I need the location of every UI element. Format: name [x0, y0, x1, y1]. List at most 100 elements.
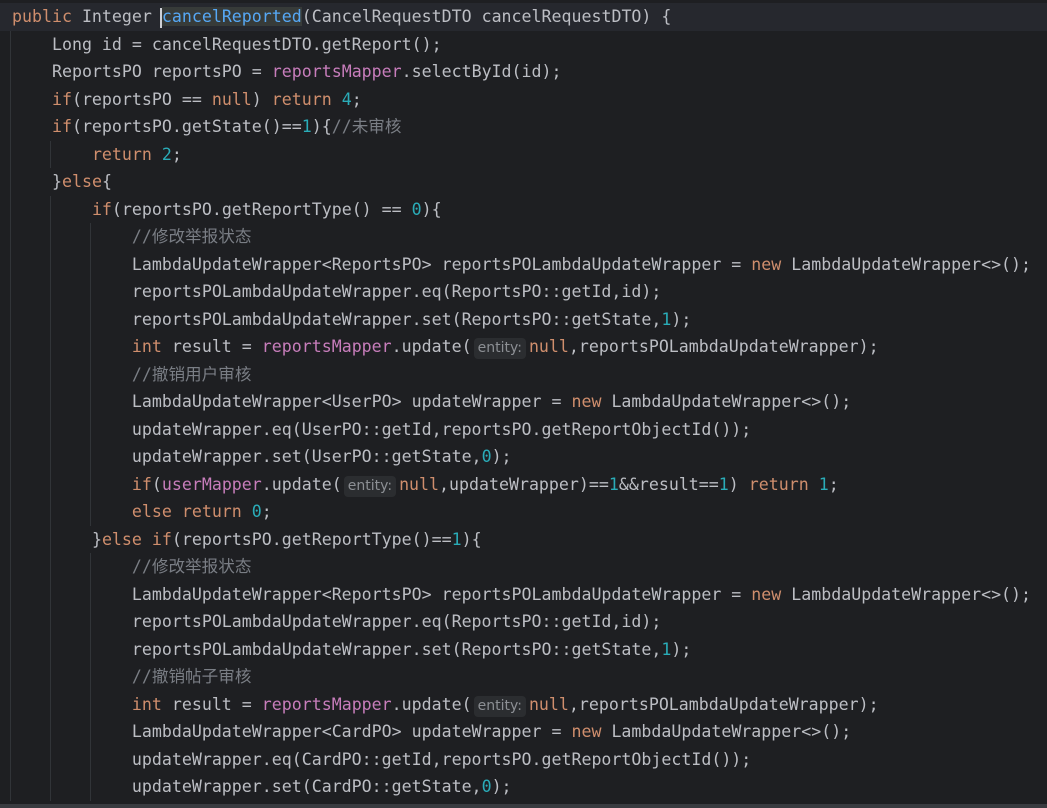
code-token: (reportsPO.getState()==: [71, 117, 302, 136]
number-token: 0: [251, 502, 262, 521]
code-line[interactable]: reportsPOLambdaUpdateWrapper.eq(ReportsP…: [0, 608, 1047, 636]
indent-guide: [50, 470, 51, 498]
code-line[interactable]: }else{: [0, 168, 1047, 196]
indent-guide: [10, 333, 11, 361]
code-line[interactable]: updateWrapper.set(CardPO::getState,0);: [0, 773, 1047, 801]
indent-guide: [50, 250, 51, 278]
indent-guide: [10, 388, 11, 416]
indentation: [12, 475, 132, 494]
number-token: 1: [608, 474, 619, 494]
method-name-token: cancelReported: [161, 7, 302, 26]
indent-guide: [90, 690, 91, 718]
indentation: [12, 777, 132, 796]
indentation: [12, 447, 132, 466]
field-token: reportsMapper: [271, 62, 402, 81]
indent-guide: [10, 278, 11, 306]
code-token: );: [491, 447, 512, 466]
code-token: LambdaUpdateWrapper<ReportsPO> reportsPO…: [131, 584, 752, 604]
indent-guide: [50, 718, 51, 746]
comment-token: //修改举报状态: [131, 557, 252, 576]
keyword-token: else: [61, 172, 102, 191]
code-token: ): [251, 89, 272, 109]
code-line[interactable]: LambdaUpdateWrapper<CardPO> updateWrappe…: [0, 718, 1047, 746]
indent-guide: [50, 223, 51, 251]
indent-guide: [10, 30, 11, 58]
indent-guide: [10, 498, 11, 526]
indent-guide: [10, 525, 11, 553]
code-line[interactable]: if(reportsPO.getReportType() == 0){: [0, 195, 1047, 223]
keyword-token: if: [91, 199, 112, 219]
code-token: {: [101, 172, 112, 191]
keyword-token: return: [91, 144, 162, 164]
indentation: [12, 557, 132, 576]
indent-guide: [90, 223, 91, 251]
code-line[interactable]: //撤销用户审核: [0, 360, 1047, 388]
indent-guide: [10, 58, 11, 86]
inlay-hint: entity:: [473, 695, 526, 717]
keyword-token: int: [131, 337, 172, 356]
code-line[interactable]: LambdaUpdateWrapper<UserPO> updateWrappe…: [0, 388, 1047, 416]
code-token: ;: [828, 474, 839, 494]
code-token: ;: [261, 502, 272, 521]
code-token: ;: [351, 89, 362, 109]
indent-guide: [50, 580, 51, 608]
code-line[interactable]: public Integer cancelReported(CancelRequ…: [0, 3, 1047, 31]
number-token: 4: [341, 89, 352, 109]
code-line[interactable]: Long id = cancelRequestDTO.getReport();: [0, 30, 1047, 58]
code-line[interactable]: int result = reportsMapper.update(entity…: [0, 333, 1047, 361]
indent-guide: [10, 443, 11, 471]
indent-guide: [50, 278, 51, 306]
indent-guide: [50, 498, 51, 526]
indent-guide: [90, 360, 91, 388]
number-token: 1: [661, 639, 672, 659]
keyword-token: if: [51, 89, 72, 109]
indentation: [12, 695, 132, 714]
code-line[interactable]: LambdaUpdateWrapper<ReportsPO> reportsPO…: [0, 580, 1047, 608]
keyword-token: new: [751, 584, 792, 604]
inlay-hint: entity:: [343, 475, 397, 497]
indent-guide: [10, 305, 11, 333]
indent-guide: [90, 250, 91, 278]
indentation: [12, 62, 52, 81]
code-line[interactable]: updateWrapper.set(UserPO::getState,0);: [0, 443, 1047, 471]
indentation: [12, 337, 132, 356]
code-line[interactable]: if(reportsPO == null) return 4;: [0, 85, 1047, 113]
code-line[interactable]: int result = reportsMapper.update(entity…: [0, 690, 1047, 718]
indent-guide: [90, 305, 91, 333]
indentation: [12, 90, 52, 109]
indent-guide: [10, 470, 11, 498]
indent-guide: [90, 388, 91, 416]
code-line[interactable]: LambdaUpdateWrapper<ReportsPO> reportsPO…: [0, 250, 1047, 278]
indent-guide: [50, 773, 51, 801]
code-line[interactable]: reportsPOLambdaUpdateWrapper.set(Reports…: [0, 305, 1047, 333]
code-line[interactable]: //修改举报状态: [0, 223, 1047, 251]
indent-guide: [10, 663, 11, 691]
code-token: LambdaUpdateWrapper<>();: [611, 392, 852, 411]
horizontal-scrollbar[interactable]: [0, 804, 1047, 808]
code-line[interactable]: reportsPOLambdaUpdateWrapper.eq(ReportsP…: [0, 278, 1047, 306]
indent-guide: [10, 168, 11, 196]
code-line[interactable]: reportsPOLambdaUpdateWrapper.set(Reports…: [0, 635, 1047, 663]
keyword-token: else if: [101, 529, 172, 549]
keyword-token: return: [748, 474, 819, 494]
code-line[interactable]: //撤销帖子审核: [0, 663, 1047, 691]
code-line[interactable]: return 2;: [0, 140, 1047, 168]
code-token: &&result==: [618, 474, 719, 494]
code-token: .update(: [391, 694, 472, 714]
field-token: reportsMapper: [261, 694, 392, 714]
keyword-token: if: [51, 117, 72, 136]
number-token: 0: [481, 447, 492, 466]
code-line[interactable]: else return 0;: [0, 498, 1047, 526]
code-line[interactable]: //修改举报状态: [0, 553, 1047, 581]
keyword-token: new: [571, 722, 612, 741]
indent-guide: [90, 278, 91, 306]
code-editor[interactable]: public Integer cancelReported(CancelRequ…: [0, 3, 1047, 801]
code-line[interactable]: ReportsPO reportsPO = reportsMapper.sele…: [0, 58, 1047, 86]
code-line[interactable]: updateWrapper.eq(UserPO::getId,reportsPO…: [0, 415, 1047, 443]
number-token: 0: [411, 199, 422, 219]
code-line[interactable]: if(reportsPO.getState()==1){//未审核: [0, 113, 1047, 141]
code-line[interactable]: updateWrapper.eq(CardPO::getId,reportsPO…: [0, 745, 1047, 773]
keyword-token: null: [528, 694, 569, 714]
code-line[interactable]: if(userMapper.update(entity: null,updateW…: [0, 470, 1047, 498]
code-line[interactable]: }else if(reportsPO.getReportType()==1){: [0, 525, 1047, 553]
